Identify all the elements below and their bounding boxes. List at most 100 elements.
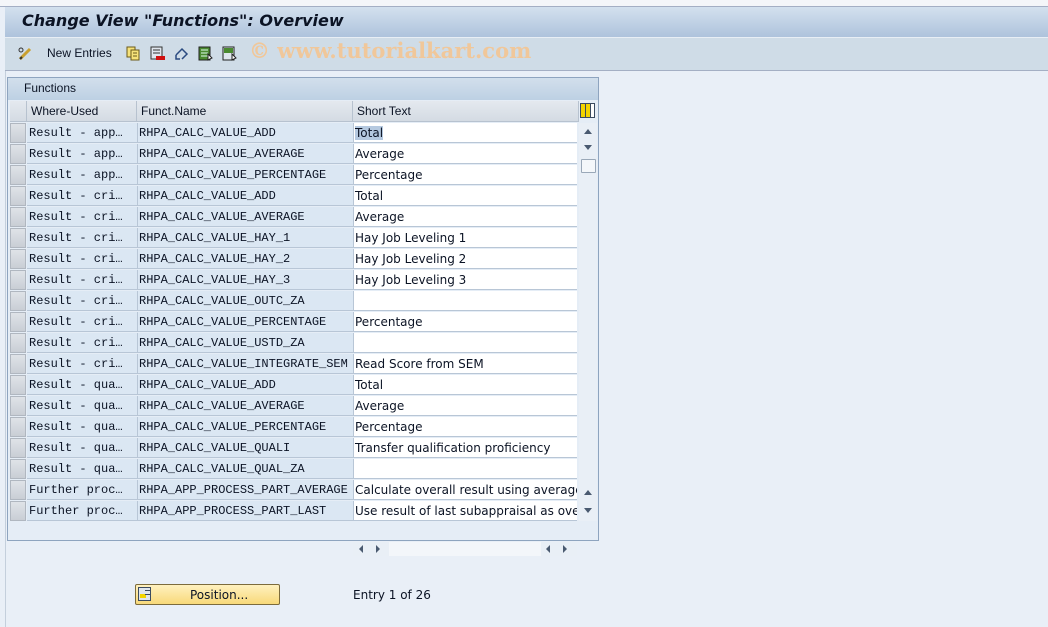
where-used-dropdown[interactable]: Result - qua… (27, 375, 137, 395)
where-used-dropdown[interactable]: Result - qua… (27, 417, 137, 437)
where-used-dropdown[interactable]: Result - app… (27, 165, 137, 185)
scroll-left-icon[interactable] (359, 545, 363, 553)
row-selector[interactable] (10, 417, 26, 437)
short-text-cell[interactable]: Average (353, 207, 577, 227)
funct-name-cell[interactable]: RHPA_CALC_VALUE_ADD (137, 186, 353, 206)
row-selector[interactable] (10, 354, 26, 374)
short-text-cell[interactable]: Percentage (353, 312, 577, 332)
position-button[interactable]: Position... (135, 584, 280, 605)
undo-change-button[interactable] (174, 44, 189, 62)
funct-name-cell[interactable]: RHPA_CALC_VALUE_AVERAGE (137, 144, 353, 164)
short-text-cell[interactable]: Average (353, 396, 577, 416)
short-text-cell[interactable]: Total (353, 123, 577, 143)
funct-name-cell[interactable]: RHPA_CALC_VALUE_OUTC_ZA (137, 291, 353, 311)
row-selector[interactable] (10, 333, 26, 353)
short-text-cell[interactable]: Total (353, 375, 577, 395)
where-used-dropdown[interactable]: Result - cri… (27, 270, 137, 290)
short-text-cell[interactable]: Hay Job Leveling 1 (353, 228, 577, 248)
change-display-button[interactable] (17, 44, 32, 62)
select-all-button[interactable] (198, 44, 213, 62)
where-used-dropdown[interactable]: Result - cri… (27, 333, 137, 353)
row-selector[interactable] (10, 165, 26, 185)
row-selector[interactable] (10, 459, 26, 479)
funct-name-cell[interactable]: RHPA_CALC_VALUE_HAY_3 (137, 270, 353, 290)
funct-name-cell[interactable]: RHPA_CALC_VALUE_ADD (137, 123, 353, 143)
scroll-page-down-button[interactable] (580, 503, 596, 518)
select-all-rows-corner[interactable] (10, 101, 27, 122)
new-entries-button[interactable]: New Entries (47, 44, 112, 62)
horizontal-scrollbar[interactable] (353, 542, 577, 556)
short-text-cell[interactable] (353, 459, 577, 479)
vertical-scrollbar[interactable] (579, 123, 597, 521)
where-used-dropdown[interactable]: Result - cri… (27, 228, 137, 248)
row-selector[interactable] (10, 186, 26, 206)
funct-name-cell[interactable]: RHPA_CALC_VALUE_PERCENTAGE (137, 165, 353, 185)
scroll-left-end-icon[interactable] (546, 545, 550, 553)
scroll-down-button[interactable] (580, 140, 596, 155)
row-selector[interactable] (10, 480, 26, 500)
where-used-dropdown[interactable]: Result - cri… (27, 249, 137, 269)
deselect-all-button[interactable] (222, 44, 237, 62)
scroll-page-up-button[interactable] (580, 485, 596, 500)
row-selector[interactable] (10, 438, 26, 458)
row-selector[interactable] (10, 396, 26, 416)
where-used-dropdown[interactable]: Result - cri… (27, 207, 137, 227)
short-text-cell[interactable]: Hay Job Leveling 2 (353, 249, 577, 269)
funct-name-cell[interactable]: RHPA_APP_PROCESS_PART_AVERAGE (137, 480, 353, 500)
row-selector[interactable] (10, 375, 26, 395)
where-used-dropdown[interactable]: Further proc… (27, 480, 137, 500)
short-text-cell[interactable]: Total (353, 186, 577, 206)
where-used-dropdown[interactable]: Result - app… (27, 144, 137, 164)
funct-name-cell[interactable]: RHPA_APP_PROCESS_PART_LAST (137, 501, 353, 521)
scroll-thumb[interactable] (581, 159, 596, 173)
where-used-dropdown[interactable]: Result - qua… (27, 438, 137, 458)
row-selector[interactable] (10, 207, 26, 227)
short-text-cell[interactable]: Average (353, 144, 577, 164)
where-used-dropdown[interactable]: Result - cri… (27, 186, 137, 206)
copy-as-button[interactable] (126, 44, 141, 62)
where-used-dropdown[interactable]: Result - cri… (27, 291, 137, 311)
column-header-where-used[interactable]: Where-Used (27, 101, 137, 122)
where-used-dropdown[interactable]: Result - qua… (27, 459, 137, 479)
row-selector[interactable] (10, 270, 26, 290)
where-used-dropdown[interactable]: Result - cri… (27, 312, 137, 332)
scroll-right-icon[interactable] (376, 545, 380, 553)
row-selector[interactable] (10, 291, 26, 311)
short-text-cell[interactable]: Percentage (353, 417, 577, 437)
row-selector[interactable] (10, 249, 26, 269)
short-text-cell[interactable]: Hay Job Leveling 3 (353, 270, 577, 290)
funct-name-cell[interactable]: RHPA_CALC_VALUE_HAY_2 (137, 249, 353, 269)
row-selector[interactable] (10, 501, 26, 521)
short-text-cell[interactable]: Read Score from SEM (353, 354, 577, 374)
scroll-up-button[interactable] (580, 124, 596, 139)
where-used-dropdown[interactable]: Result - qua… (27, 396, 137, 416)
short-text-cell[interactable]: Calculate overall result using averages (353, 480, 577, 500)
row-selector[interactable] (10, 312, 26, 332)
short-text-cell[interactable]: Use result of last subappraisal as overa… (353, 501, 577, 521)
funct-name-cell[interactable]: RHPA_CALC_VALUE_AVERAGE (137, 396, 353, 416)
row-selector[interactable] (10, 228, 26, 248)
where-used-dropdown[interactable]: Result - app… (27, 123, 137, 143)
table-settings-icon[interactable] (580, 103, 595, 118)
funct-name-cell[interactable]: RHPA_CALC_VALUE_QUAL_ZA (137, 459, 353, 479)
short-text-cell[interactable]: Transfer qualification proficiency (353, 438, 577, 458)
short-text-cell[interactable] (353, 333, 577, 353)
where-used-dropdown[interactable]: Further proc… (27, 501, 137, 521)
delete-button[interactable] (150, 44, 165, 62)
row-selector[interactable] (10, 123, 26, 143)
where-used-dropdown[interactable]: Result - cri… (27, 354, 137, 374)
short-text-cell[interactable] (353, 291, 577, 311)
row-selector[interactable] (10, 144, 26, 164)
funct-name-cell[interactable]: RHPA_CALC_VALUE_QUALI (137, 438, 353, 458)
scroll-right-end-icon[interactable] (563, 545, 567, 553)
funct-name-cell[interactable]: RHPA_CALC_VALUE_PERCENTAGE (137, 417, 353, 437)
funct-name-cell[interactable]: RHPA_CALC_VALUE_AVERAGE (137, 207, 353, 227)
funct-name-cell[interactable]: RHPA_CALC_VALUE_USTD_ZA (137, 333, 353, 353)
funct-name-cell[interactable]: RHPA_CALC_VALUE_INTEGRATE_SEM (137, 354, 353, 374)
column-header-short-text[interactable]: Short Text (353, 101, 579, 122)
column-header-funct-name[interactable]: Funct.Name (137, 101, 353, 122)
horizontal-scroll-track[interactable] (389, 542, 541, 556)
funct-name-cell[interactable]: RHPA_CALC_VALUE_ADD (137, 375, 353, 395)
funct-name-cell[interactable]: RHPA_CALC_VALUE_PERCENTAGE (137, 312, 353, 332)
funct-name-cell[interactable]: RHPA_CALC_VALUE_HAY_1 (137, 228, 353, 248)
